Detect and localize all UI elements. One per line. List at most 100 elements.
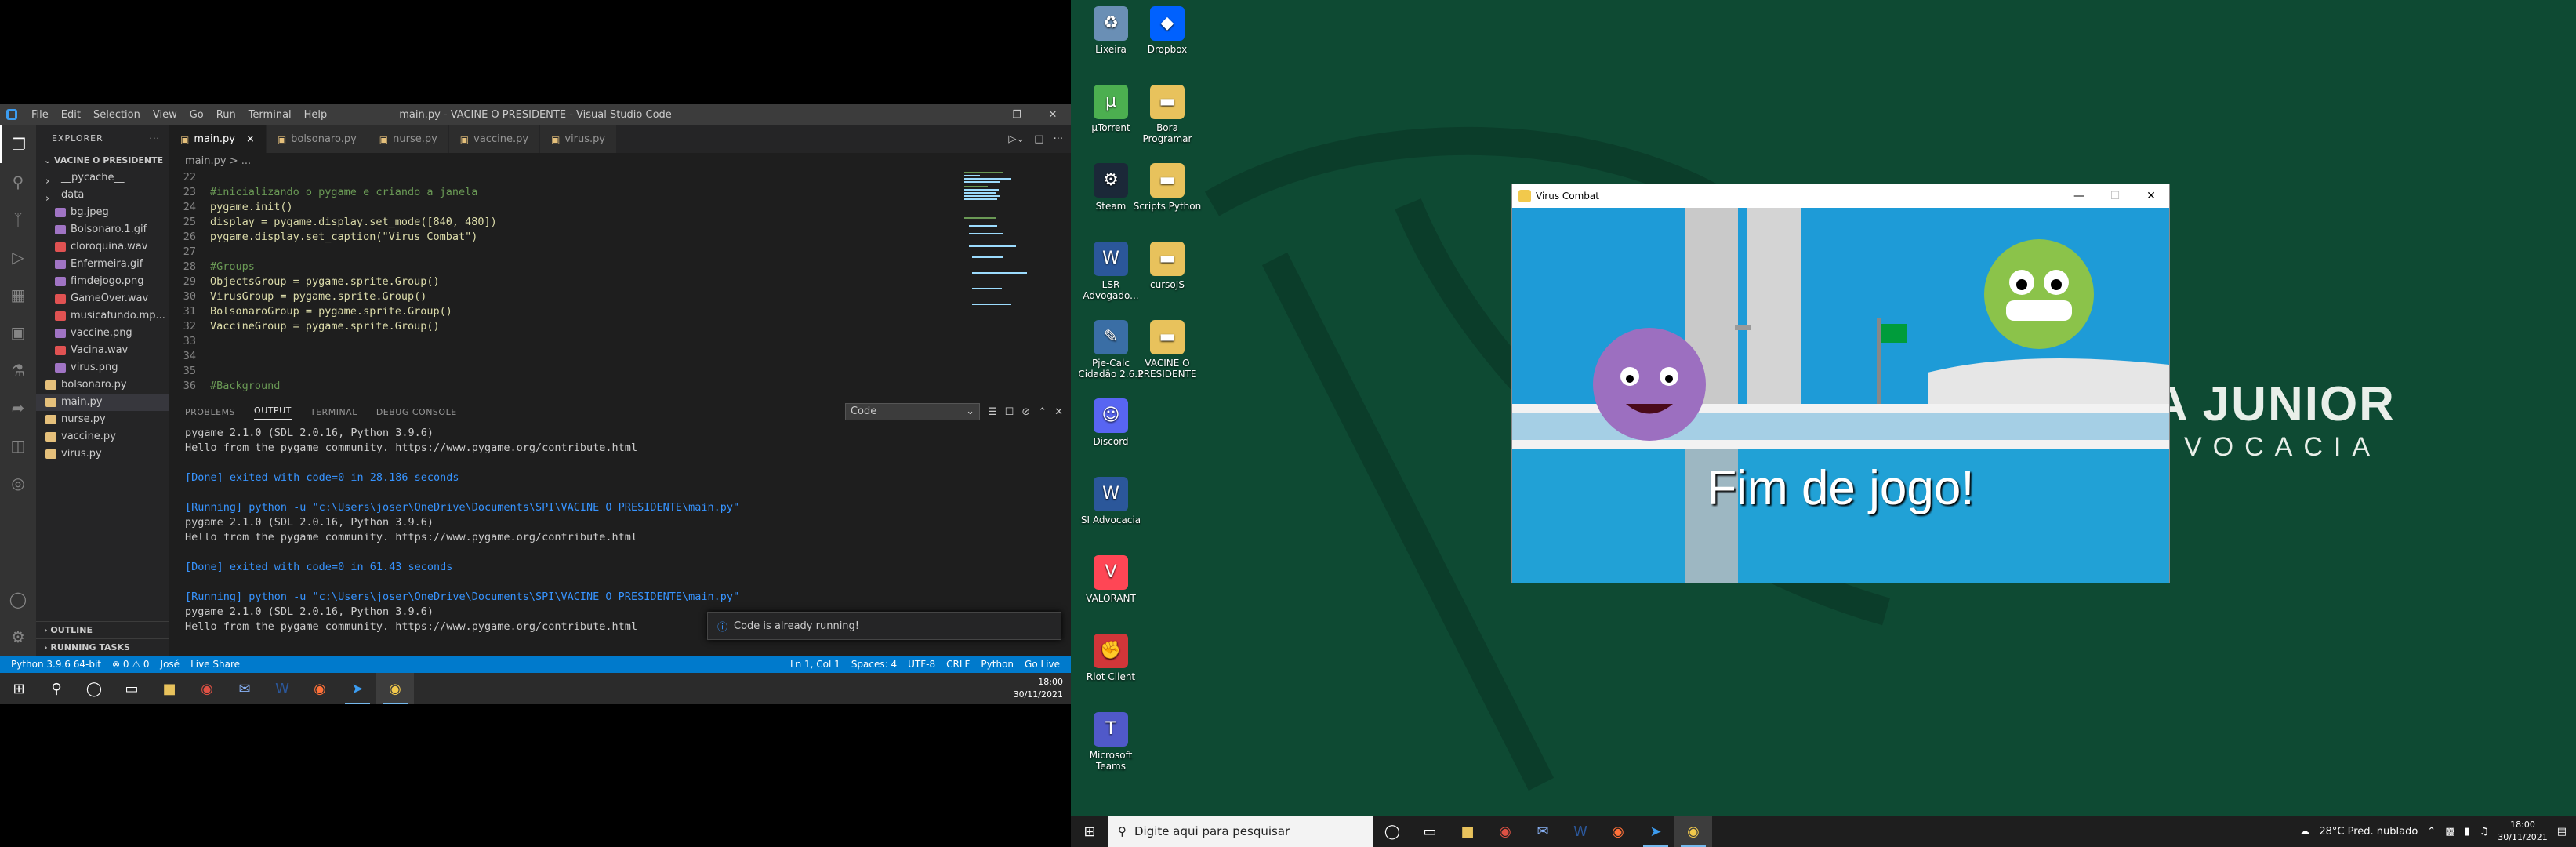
breadcrumb[interactable]: main.py > ...: [169, 153, 1071, 170]
file-item[interactable]: bolsonaro.py: [36, 376, 169, 394]
status-item[interactable]: UTF-8: [908, 659, 935, 670]
run-icon[interactable]: ▷⌄: [1008, 133, 1025, 145]
code-editor[interactable]: 22 23 #inicializando o pygame e criando a …: [169, 170, 961, 398]
file-item[interactable]: musicafundo.mp...: [36, 307, 169, 325]
python-taskbar-icon[interactable]: ◉: [1674, 816, 1712, 847]
file-item[interactable]: fimdejogo.png: [36, 273, 169, 290]
file-explorer-icon[interactable]: ■: [1449, 816, 1486, 847]
status-item[interactable]: ⊗ 0 ⚠ 0: [112, 659, 150, 670]
status-item[interactable]: Ln 1, Col 1: [790, 659, 840, 670]
split-editor-icon[interactable]: ◫: [1034, 133, 1043, 145]
status-item[interactable]: José: [161, 659, 180, 670]
editor-more-icon[interactable]: ···: [1054, 133, 1063, 145]
menu-item-run[interactable]: Run: [210, 109, 242, 121]
clear-output-icon[interactable]: ⊘: [1021, 406, 1030, 418]
tab-vaccine[interactable]: ▣ vaccine.py: [448, 125, 541, 153]
file-item[interactable]: vaccine.png: [36, 325, 169, 342]
status-item[interactable]: Go Live: [1025, 659, 1060, 670]
desktop-icon-folder[interactable]: ▬ Bora Programar: [1132, 85, 1203, 144]
file-item[interactable]: Bolsonaro.1.gif: [36, 221, 169, 238]
desktop-icon-word[interactable]: W SI Advocacia: [1076, 477, 1146, 525]
panel-tab-output[interactable]: OUTPUT: [254, 405, 292, 420]
lock-icon[interactable]: ☐: [1005, 406, 1014, 418]
restore-icon[interactable]: ❐: [999, 104, 1035, 125]
search-icon[interactable]: ⚲: [38, 673, 75, 704]
close-icon[interactable]: ✕: [1035, 104, 1071, 125]
file-item[interactable]: Enfermeira.gif: [36, 256, 169, 273]
status-item[interactable]: Spaces: 4: [851, 659, 897, 670]
folder-item[interactable]: › __pycache__: [36, 169, 169, 187]
status-item[interactable]: Live Share: [190, 659, 240, 670]
word-icon[interactable]: W: [263, 673, 301, 704]
menu-item-terminal[interactable]: Terminal: [242, 109, 298, 121]
mail-icon[interactable]: ✉: [226, 673, 263, 704]
menu-item-file[interactable]: File: [25, 109, 55, 121]
word-icon[interactable]: W: [1562, 816, 1599, 847]
file-item[interactable]: GameOver.wav: [36, 290, 169, 307]
status-item[interactable]: Python 3.9.6 64-bit: [11, 659, 101, 670]
desktop-icon-folder[interactable]: ▬ Scripts Python: [1132, 163, 1203, 212]
start-windows-icon[interactable]: ⊞: [1071, 816, 1108, 847]
menu-item-edit[interactable]: Edit: [55, 109, 87, 121]
output-log[interactable]: pygame 2.1.0 (SDL 2.0.16, Python 3.9.6) H…: [169, 426, 1071, 634]
weather-text[interactable]: 28°C Pred. nublado: [2319, 826, 2418, 838]
minimize-icon[interactable]: —: [2061, 184, 2097, 208]
run-debug-icon[interactable]: ▷: [0, 238, 36, 276]
account-icon[interactable]: ◯: [0, 580, 36, 618]
live-share-icon[interactable]: ➦: [0, 389, 36, 427]
menu-item-selection[interactable]: Selection: [87, 109, 147, 121]
extensions-icon[interactable]: ▦: [0, 276, 36, 314]
file-item[interactable]: virus.png: [36, 359, 169, 376]
task-view-icon[interactable]: ▭: [113, 673, 151, 704]
desktop-icon-folder[interactable]: ▬ VACINE O PRESIDENTE: [1132, 320, 1203, 380]
folder-item[interactable]: › data: [36, 187, 169, 204]
chrome-icon[interactable]: ◉: [1486, 816, 1524, 847]
file-item[interactable]: main.py: [36, 394, 169, 411]
running-tasks-section[interactable]: › RUNNING TASKS: [36, 638, 169, 656]
start-windows-icon[interactable]: ⊞: [0, 673, 38, 704]
tray-chevron-icon[interactable]: ⌃: [2427, 826, 2436, 838]
source-control-icon[interactable]: ᛉ: [0, 201, 36, 238]
go-live-icon[interactable]: ◎: [0, 464, 36, 502]
close-icon[interactable]: ✕: [2133, 184, 2169, 208]
panel-tab-problems[interactable]: PROBLEMS: [185, 407, 235, 417]
mail-icon[interactable]: ✉: [1524, 816, 1562, 847]
minimize-icon[interactable]: —: [963, 104, 999, 125]
file-item[interactable]: virus.py: [36, 445, 169, 463]
cortana-icon[interactable]: ◯: [75, 673, 113, 704]
task-view-icon[interactable]: ▭: [1411, 816, 1449, 847]
weather-icon[interactable]: ☁: [2299, 826, 2309, 838]
status-item[interactable]: Python: [981, 659, 1014, 670]
tab-close-icon[interactable]: ×: [246, 133, 255, 145]
firefox-icon[interactable]: ◉: [301, 673, 339, 704]
desktop-icon-folder[interactable]: ▬ cursoJS: [1132, 242, 1203, 290]
minimap[interactable]: [961, 170, 1063, 398]
explorer-icon[interactable]: ❐: [0, 125, 36, 163]
tab-main[interactable]: ▣ main.py ×: [169, 125, 267, 153]
maximize-panel-icon[interactable]: ⌃: [1038, 406, 1047, 418]
search-icon[interactable]: ⚲: [0, 163, 36, 201]
battery-icon[interactable]: ▮: [2464, 826, 2469, 838]
more-actions-icon[interactable]: ···: [150, 125, 170, 152]
close-panel-icon[interactable]: ✕: [1054, 406, 1063, 418]
desktop-icon-discord[interactable]: ☺ Discord: [1076, 398, 1146, 447]
menu-item-go[interactable]: Go: [183, 109, 210, 121]
tab-nurse[interactable]: ▣ nurse.py: [368, 125, 449, 153]
cortana-icon[interactable]: ◯: [1373, 816, 1411, 847]
chrome-icon[interactable]: ◉: [188, 673, 226, 704]
file-item[interactable]: cloroquina.wav: [36, 238, 169, 256]
folder-icon[interactable]: ◫: [0, 427, 36, 464]
desktop-icon-riot[interactable]: ✊ Riot Client: [1076, 634, 1146, 682]
settings-gear-icon[interactable]: ⚙: [0, 618, 36, 656]
project-folder[interactable]: ⌄ VACINE O PRESIDENTE: [36, 152, 169, 169]
desktop-icon-teams[interactable]: T Microsoft Teams: [1076, 712, 1146, 772]
notification-toast[interactable]: ⓘ Code is already running!: [707, 612, 1061, 640]
panel-tab-terminal[interactable]: TERMINAL: [310, 407, 357, 417]
file-explorer-icon[interactable]: ■: [151, 673, 188, 704]
file-item[interactable]: vaccine.py: [36, 428, 169, 445]
menu-item-view[interactable]: View: [147, 109, 183, 121]
remote-explorer-icon[interactable]: ▣: [0, 314, 36, 351]
status-item[interactable]: CRLF: [946, 659, 970, 670]
file-item[interactable]: Vacina.wav: [36, 342, 169, 359]
notifications-icon[interactable]: ▤: [2557, 826, 2567, 838]
